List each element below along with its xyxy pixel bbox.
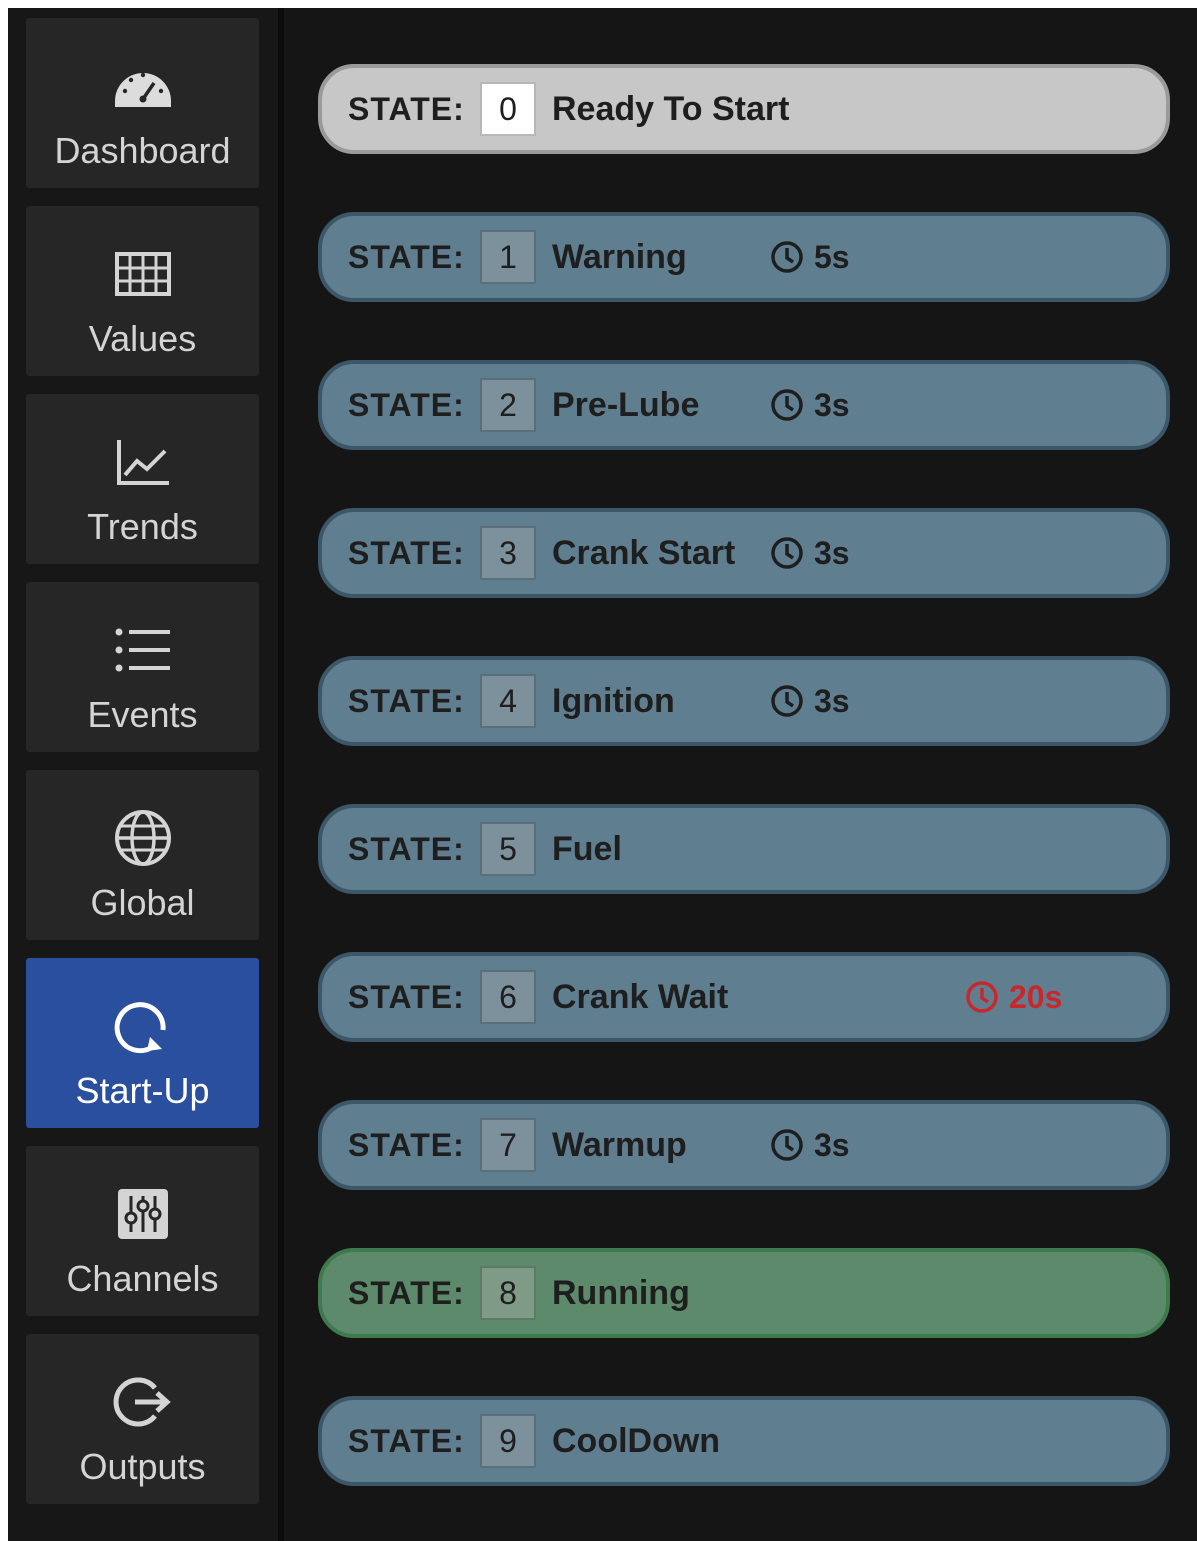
state-prefix: STATE: <box>348 387 465 423</box>
sidebar-item-global[interactable]: Global <box>26 770 259 940</box>
clock-icon <box>770 684 804 718</box>
sidebar-item-events[interactable]: Events <box>26 582 259 752</box>
sidebar-item-start-up[interactable]: Start-Up <box>26 958 259 1128</box>
state-number: 1 <box>480 230 536 284</box>
state-name: Ready To Start <box>552 90 790 128</box>
state-number: 2 <box>480 378 536 432</box>
sidebar-divider <box>278 8 284 1541</box>
globe-icon <box>26 808 259 868</box>
state-prefix: STATE: <box>348 979 465 1015</box>
sidebar-item-label: Outputs <box>79 1446 206 1487</box>
state-row-5[interactable]: STATE: 5 Fuel <box>318 804 1170 894</box>
state-row-8[interactable]: STATE: 8 Running <box>318 1248 1170 1338</box>
state-number: 9 <box>480 1414 536 1468</box>
state-timer-value: 5s <box>814 238 850 275</box>
sidebar-item-label: Trends <box>87 506 198 547</box>
sidebar-item-trends[interactable]: Trends <box>26 394 259 564</box>
state-name: Fuel <box>552 830 622 868</box>
sidebar: Dashboard Values Trends Events Global St… <box>8 8 278 1541</box>
sidebar-item-channels[interactable]: Channels <box>26 1146 259 1316</box>
state-name: Crank Start <box>552 534 736 572</box>
clock-icon <box>770 388 804 422</box>
sidebar-item-label: Dashboard <box>54 130 231 171</box>
state-timer-value: 3s <box>814 386 850 423</box>
state-timer-alert: 20s <box>965 956 1062 1038</box>
state-prefix: STATE: <box>348 91 465 127</box>
state-timer-value: 20s <box>1009 978 1063 1015</box>
state-row-7[interactable]: STATE: 7 Warmup 3s <box>318 1100 1170 1190</box>
state-number: 0 <box>480 82 536 136</box>
state-number: 5 <box>480 822 536 876</box>
sidebar-item-label: Values <box>88 318 197 359</box>
sidebar-item-label: Channels <box>66 1258 219 1299</box>
state-prefix: STATE: <box>348 683 465 719</box>
state-timer-value: 3s <box>814 1126 850 1163</box>
state-timer-value: 3s <box>814 534 850 571</box>
state-prefix: STATE: <box>348 1127 465 1163</box>
state-row-3[interactable]: STATE: 3 Crank Start 3s <box>318 508 1170 598</box>
sliders-icon <box>26 1184 259 1244</box>
state-number: 3 <box>480 526 536 580</box>
state-name: Warmup <box>552 1126 687 1164</box>
list-icon <box>26 620 259 680</box>
state-prefix: STATE: <box>348 239 465 275</box>
state-row-2[interactable]: STATE: 2 Pre-Lube 3s <box>318 360 1170 450</box>
state-number: 8 <box>480 1266 536 1320</box>
state-prefix: STATE: <box>348 831 465 867</box>
state-number: 4 <box>480 674 536 728</box>
exit-arrow-icon <box>26 1372 259 1432</box>
refresh-icon <box>26 996 259 1056</box>
clock-icon <box>965 980 999 1014</box>
state-row-4[interactable]: STATE: 4 Ignition 3s <box>318 656 1170 746</box>
clock-icon <box>770 536 804 570</box>
state-row-0[interactable]: STATE: 0 Ready To Start <box>318 64 1170 154</box>
state-timer: 5s <box>770 216 850 298</box>
app-window: Dashboard Values Trends Events Global St… <box>8 8 1197 1541</box>
state-name: Running <box>552 1274 690 1312</box>
state-number: 7 <box>480 1118 536 1172</box>
startup-state-list: STATE: 0 Ready To Start STATE: 1 Warning… <box>313 8 1183 1541</box>
clock-icon <box>770 1128 804 1162</box>
state-prefix: STATE: <box>348 535 465 571</box>
state-name: Crank Wait <box>552 978 729 1016</box>
state-timer: 3s <box>770 364 850 446</box>
table-grid-icon <box>26 244 259 304</box>
state-row-1[interactable]: STATE: 1 Warning 5s <box>318 212 1170 302</box>
state-prefix: STATE: <box>348 1275 465 1311</box>
state-number: 6 <box>480 970 536 1024</box>
state-row-9[interactable]: STATE: 9 CoolDown <box>318 1396 1170 1486</box>
sidebar-item-label: Global <box>90 882 195 923</box>
state-prefix: STATE: <box>348 1423 465 1459</box>
state-name: Pre-Lube <box>552 386 700 424</box>
state-name: Warning <box>552 238 687 276</box>
gauge-icon <box>26 56 259 116</box>
sidebar-item-values[interactable]: Values <box>26 206 259 376</box>
line-chart-icon <box>26 432 259 492</box>
state-timer: 3s <box>770 1104 850 1186</box>
sidebar-item-label: Start-Up <box>75 1070 210 1111</box>
state-name: CoolDown <box>552 1422 721 1460</box>
state-row-6[interactable]: STATE: 6 Crank Wait 20s <box>318 952 1170 1042</box>
clock-icon <box>770 240 804 274</box>
sidebar-item-dashboard[interactable]: Dashboard <box>26 18 259 188</box>
state-name: Ignition <box>552 682 675 720</box>
state-timer-value: 3s <box>814 682 850 719</box>
sidebar-item-label: Events <box>87 694 198 735</box>
state-timer: 3s <box>770 512 850 594</box>
state-timer: 3s <box>770 660 850 742</box>
sidebar-item-outputs[interactable]: Outputs <box>26 1334 259 1504</box>
